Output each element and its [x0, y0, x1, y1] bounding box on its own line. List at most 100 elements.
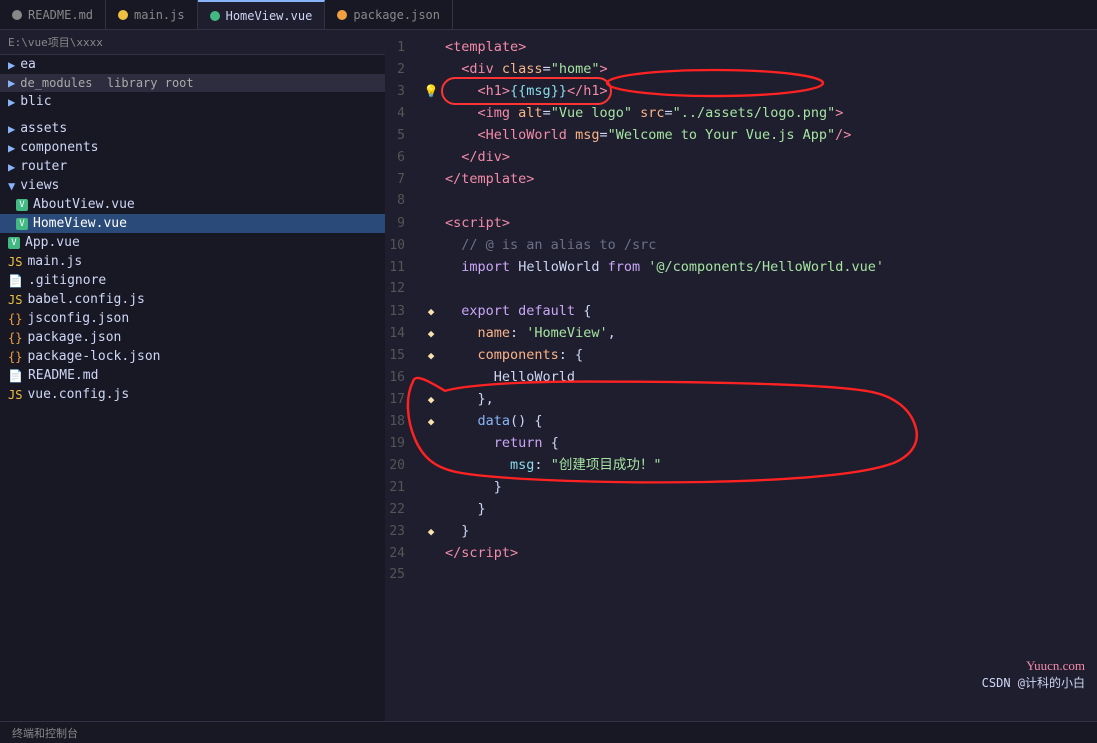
sidebar-item-router[interactable]: ▶router [0, 157, 385, 176]
tab-icon-mainjs [118, 10, 128, 20]
line-number-16: 16 [385, 367, 421, 389]
line-number-9: 9 [385, 213, 421, 235]
code-line-16: 16 HelloWorld [385, 366, 1097, 388]
watermark-area: Yuucn.com CSDN @计科的小白 [982, 658, 1085, 691]
line-number-19: 19 [385, 433, 421, 455]
sidebar-item-views[interactable]: ▼views [0, 176, 385, 195]
line-code-10: // @ is an alias to /src [441, 234, 1097, 256]
code-line-2: 2 <div class="home"> [385, 58, 1097, 80]
status-bar: 终端和控制台 [0, 721, 1097, 743]
line-code-13: export default { [441, 300, 1097, 322]
line-code-23: } [441, 520, 1097, 542]
tab-icon-readme [12, 10, 22, 20]
line-code-9: <script> [441, 212, 1097, 234]
tab-readme[interactable]: README.md [0, 0, 106, 29]
tab-label-homeview: HomeView.vue [226, 9, 313, 23]
tab-homeview[interactable]: HomeView.vue [198, 0, 326, 29]
tab-label-mainjs: main.js [134, 8, 185, 22]
json-icon-packagelock: {} [8, 350, 22, 364]
tab-label-readme: README.md [28, 8, 93, 22]
gutter-marker-23: ◆ [421, 521, 441, 543]
sidebar-item-mainjs[interactable]: JSmain.js [0, 252, 385, 271]
line-number-4: 4 [385, 103, 421, 125]
code-line-18: 18◆ data() { [385, 410, 1097, 432]
sidebar-item-nodemodules[interactable]: ▶de_modules library root [0, 74, 385, 92]
code-line-25: 25 [385, 564, 1097, 586]
line-code-1: <template> [441, 36, 1097, 58]
folder-icon-blic: ▶ [8, 95, 15, 109]
line-code-4: <img alt="Vue logo" src="../assets/logo.… [441, 102, 1097, 124]
sidebar-item-babelconfig[interactable]: JSbabel.config.js [0, 290, 385, 309]
sidebar-item-jsconfig[interactable]: {}jsconfig.json [0, 309, 385, 328]
js-icon-main: JS [8, 255, 22, 269]
tab-mainjs[interactable]: main.js [106, 0, 198, 29]
code-line-6: 6 </div> [385, 146, 1097, 168]
line-number-21: 21 [385, 477, 421, 499]
line-number-25: 25 [385, 564, 421, 586]
json-icon-package: {} [8, 331, 22, 345]
gutter-marker-13: ◆ [421, 301, 441, 323]
watermark-url: Yuucn.com [982, 658, 1085, 674]
sidebar: E:\vue项目\xxxx ▶ea ▶de_modules library ro… [0, 30, 385, 721]
line-number-10: 10 [385, 235, 421, 257]
lightbulb-icon[interactable]: 💡 [424, 84, 439, 98]
code-line-24: 24</script> [385, 542, 1097, 564]
tab-icon-packagejson [337, 10, 347, 20]
folder-icon-components: ▶ [8, 141, 15, 155]
sidebar-item-assets[interactable]: ▶assets [0, 119, 385, 138]
line-code-14: name: 'HomeView', [441, 322, 1097, 344]
line-number-8: 8 [385, 190, 421, 212]
gutter-marker-17: ◆ [421, 389, 441, 411]
code-line-14: 14◆ name: 'HomeView', [385, 322, 1097, 344]
line-number-15: 15 [385, 345, 421, 367]
code-line-1: 1<template> [385, 36, 1097, 58]
sidebar-item-packagejson[interactable]: {}package.json [0, 328, 385, 347]
line-code-5: <HelloWorld msg="Welcome to Your Vue.js … [441, 124, 1097, 146]
js-icon-vueconfig: JS [8, 388, 22, 402]
watermark-name: CSDN @计科的小白 [982, 674, 1085, 691]
sidebar-item-aboutview[interactable]: VAboutView.vue [0, 195, 385, 214]
code-line-4: 4 <img alt="Vue logo" src="../assets/log… [385, 102, 1097, 124]
line-number-12: 12 [385, 278, 421, 300]
line-code-11: import HelloWorld from '@/components/Hel… [441, 256, 1097, 278]
code-line-7: 7</template> [385, 168, 1097, 190]
sidebar-item-gitignore[interactable]: 📄.gitignore [0, 271, 385, 290]
tab-packagejson[interactable]: package.json [325, 0, 453, 29]
folder-icon-assets: ▶ [8, 122, 15, 136]
folder-icon: ▶ [8, 58, 15, 72]
sidebar-item-components[interactable]: ▶components [0, 138, 385, 157]
sidebar-item-vueconfig[interactable]: JSvue.config.js [0, 385, 385, 404]
sidebar-item-appvue[interactable]: VApp.vue [0, 233, 385, 252]
code-line-12: 12 [385, 278, 1097, 300]
line-number-6: 6 [385, 147, 421, 169]
line-code-22: } [441, 498, 1097, 520]
line-code-18: data() { [441, 410, 1097, 432]
line-code-15: components: { [441, 344, 1097, 366]
code-line-20: 20 msg: "创建项目成功！" [385, 454, 1097, 476]
gutter-marker-18: ◆ [421, 411, 441, 433]
code-line-23: 23◆ } [385, 520, 1097, 542]
code-line-8: 8 [385, 190, 1097, 212]
terminal-label[interactable]: 终端和控制台 [12, 725, 78, 741]
line-code-16: HelloWorld [441, 366, 1097, 388]
line-number-3: 3 [385, 81, 421, 103]
folder-icon-router: ▶ [8, 160, 15, 174]
sidebar-item-ea[interactable]: ▶ea [0, 55, 385, 74]
line-number-14: 14 [385, 323, 421, 345]
line-code-2: <div class="home"> [441, 58, 1097, 80]
sidebar-item-homeview[interactable]: VHomeView.vue [0, 214, 385, 233]
status-left: 终端和控制台 [12, 725, 78, 741]
code-line-19: 19 return { [385, 432, 1097, 454]
code-line-11: 11 import HelloWorld from '@/components/… [385, 256, 1097, 278]
js-icon-babel: JS [8, 293, 22, 307]
line-code-6: </div> [441, 146, 1097, 168]
code-line-5: 5 <HelloWorld msg="Welcome to Your Vue.j… [385, 124, 1097, 146]
line-number-7: 7 [385, 169, 421, 191]
code-line-3: 3💡 <h1>{{msg}}</h1> [385, 80, 1097, 102]
sidebar-item-blic[interactable]: ▶blic [0, 92, 385, 111]
sidebar-item-packagelockjson[interactable]: {}package-lock.json [0, 347, 385, 366]
tab-icon-homeview [210, 11, 220, 21]
line-number-23: 23 [385, 521, 421, 543]
sidebar-path: E:\vue项目\xxxx [0, 30, 385, 55]
sidebar-item-readme[interactable]: 📄README.md [0, 366, 385, 385]
